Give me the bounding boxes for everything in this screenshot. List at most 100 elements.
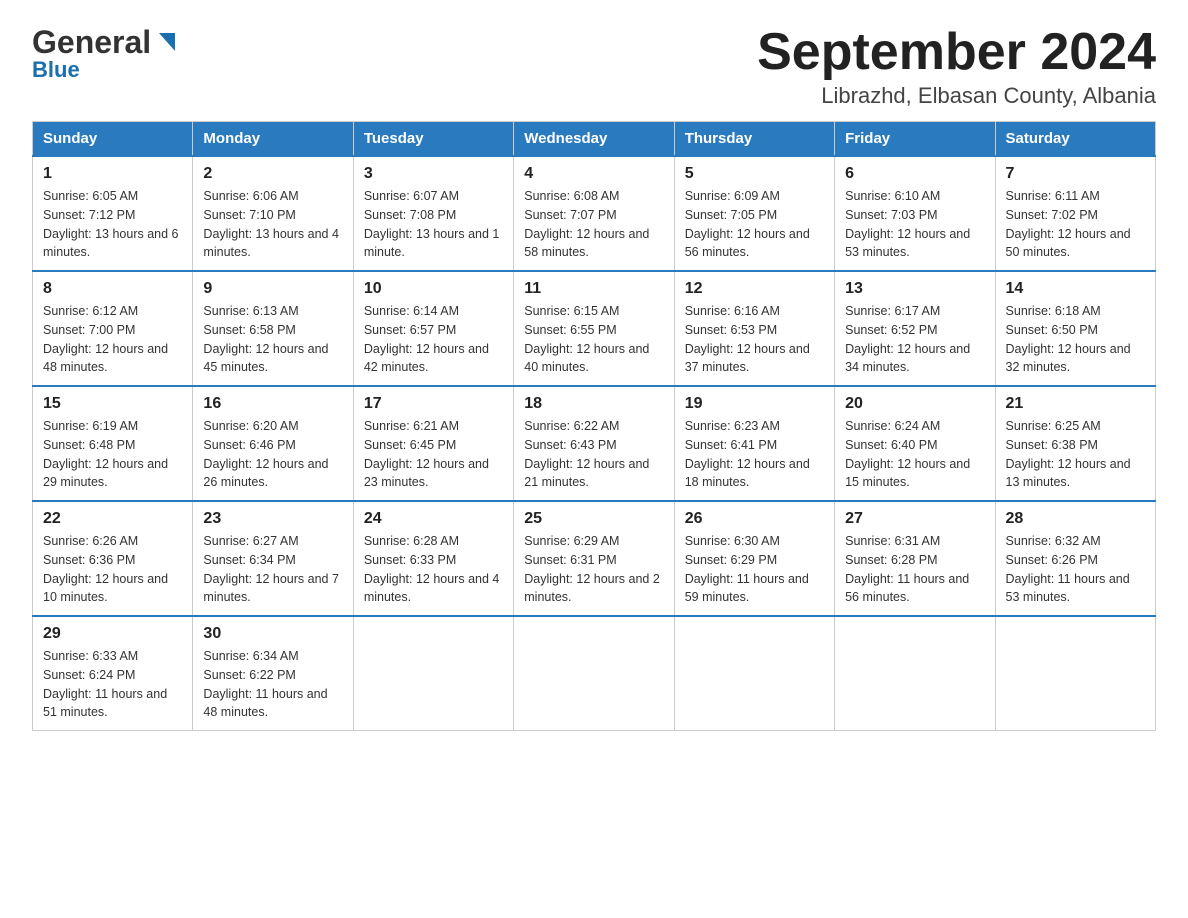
day-info: Sunrise: 6:08 AMSunset: 7:07 PMDaylight:… [524,187,663,262]
day-number: 21 [1006,395,1145,413]
weekday-header-saturday: Saturday [995,122,1155,157]
week-row-1: 1 Sunrise: 6:05 AMSunset: 7:12 PMDaylight… [33,156,1156,271]
day-number: 12 [685,280,824,298]
calendar-cell [835,616,995,731]
day-info: Sunrise: 6:12 AMSunset: 7:00 PMDaylight:… [43,302,182,377]
calendar-cell [674,616,834,731]
day-number: 16 [203,395,342,413]
calendar-cell: 23Sunrise: 6:27 AMSunset: 6:34 PMDayligh… [193,501,353,616]
day-info: Sunrise: 6:20 AMSunset: 6:46 PMDaylight:… [203,417,342,492]
day-info: Sunrise: 6:11 AMSunset: 7:02 PMDaylight:… [1006,187,1145,262]
calendar-cell: 26 Sunrise: 6:30 AMSunset: 6:29 PMDayligh… [674,501,834,616]
day-info: Sunrise: 6:05 AMSunset: 7:12 PMDaylight:… [43,187,182,262]
calendar-cell: 1 Sunrise: 6:05 AMSunset: 7:12 PMDaylight… [33,156,193,271]
calendar-cell: 13 Sunrise: 6:17 AMSunset: 6:52 PMDayligh… [835,271,995,386]
day-number: 24 [364,510,503,528]
day-info: Sunrise: 6:19 AMSunset: 6:48 PMDaylight:… [43,417,182,492]
calendar-cell: 4Sunrise: 6:08 AMSunset: 7:07 PMDaylight… [514,156,674,271]
day-info: Sunrise: 6:16 AMSunset: 6:53 PMDaylight:… [685,302,824,377]
calendar-cell: 11 Sunrise: 6:15 AMSunset: 6:55 PMDayligh… [514,271,674,386]
calendar-cell [353,616,513,731]
calendar-cell: 10 Sunrise: 6:14 AMSunset: 6:57 PMDayligh… [353,271,513,386]
day-number: 8 [43,280,182,298]
calendar-cell: 14 Sunrise: 6:18 AMSunset: 6:50 PMDayligh… [995,271,1155,386]
week-row-3: 15Sunrise: 6:19 AMSunset: 6:48 PMDayligh… [33,386,1156,501]
day-number: 6 [845,165,984,183]
day-info: Sunrise: 6:30 AMSunset: 6:29 PMDaylight:… [685,532,824,607]
calendar-cell: 19 Sunrise: 6:23 AMSunset: 6:41 PMDayligh… [674,386,834,501]
day-number: 9 [203,280,342,298]
month-title: September 2024 [757,24,1156,81]
day-info: Sunrise: 6:32 AMSunset: 6:26 PMDaylight:… [1006,532,1145,607]
logo-area: General Blue [32,24,181,83]
calendar-table: SundayMondayTuesdayWednesdayThursdayFrid… [32,121,1156,731]
title-area: September 2024 Librazhd, Elbasan County,… [757,24,1156,109]
day-info: Sunrise: 6:27 AMSunset: 6:34 PMDaylight:… [203,532,342,607]
calendar-cell: 17Sunrise: 6:21 AMSunset: 6:45 PMDayligh… [353,386,513,501]
calendar-cell: 22 Sunrise: 6:26 AMSunset: 6:36 PMDayligh… [33,501,193,616]
calendar-cell: 18Sunrise: 6:22 AMSunset: 6:43 PMDayligh… [514,386,674,501]
day-number: 2 [203,165,342,183]
calendar-cell: 21 Sunrise: 6:25 AMSunset: 6:38 PMDayligh… [995,386,1155,501]
calendar-cell: 28 Sunrise: 6:32 AMSunset: 6:26 PMDayligh… [995,501,1155,616]
day-info: Sunrise: 6:15 AMSunset: 6:55 PMDaylight:… [524,302,663,377]
day-info: Sunrise: 6:25 AMSunset: 6:38 PMDaylight:… [1006,417,1145,492]
day-number: 11 [524,280,663,298]
calendar-cell: 7 Sunrise: 6:11 AMSunset: 7:02 PMDaylight… [995,156,1155,271]
week-row-2: 8 Sunrise: 6:12 AMSunset: 7:00 PMDaylight… [33,271,1156,386]
location-subtitle: Librazhd, Elbasan County, Albania [757,83,1156,109]
calendar-cell: 29Sunrise: 6:33 AMSunset: 6:24 PMDayligh… [33,616,193,731]
day-number: 13 [845,280,984,298]
day-number: 26 [685,510,824,528]
calendar-cell: 12 Sunrise: 6:16 AMSunset: 6:53 PMDayligh… [674,271,834,386]
calendar-cell: 15Sunrise: 6:19 AMSunset: 6:48 PMDayligh… [33,386,193,501]
day-number: 1 [43,165,182,183]
day-info: Sunrise: 6:23 AMSunset: 6:41 PMDaylight:… [685,417,824,492]
day-info: Sunrise: 6:24 AMSunset: 6:40 PMDaylight:… [845,417,984,492]
day-info: Sunrise: 6:06 AMSunset: 7:10 PMDaylight:… [203,187,342,262]
calendar-cell: 2 Sunrise: 6:06 AMSunset: 7:10 PMDaylight… [193,156,353,271]
day-number: 17 [364,395,503,413]
day-number: 7 [1006,165,1145,183]
weekday-header-friday: Friday [835,122,995,157]
calendar-cell [995,616,1155,731]
day-info: Sunrise: 6:34 AMSunset: 6:22 PMDaylight:… [203,647,342,722]
weekday-header-sunday: Sunday [33,122,193,157]
day-number: 19 [685,395,824,413]
weekday-header-row: SundayMondayTuesdayWednesdayThursdayFrid… [33,122,1156,157]
day-info: Sunrise: 6:17 AMSunset: 6:52 PMDaylight:… [845,302,984,377]
day-number: 20 [845,395,984,413]
calendar-cell [514,616,674,731]
day-info: Sunrise: 6:26 AMSunset: 6:36 PMDaylight:… [43,532,182,607]
day-info: Sunrise: 6:29 AMSunset: 6:31 PMDaylight:… [524,532,663,607]
day-number: 10 [364,280,503,298]
day-number: 25 [524,510,663,528]
calendar-cell: 16 Sunrise: 6:20 AMSunset: 6:46 PMDayligh… [193,386,353,501]
day-info: Sunrise: 6:07 AMSunset: 7:08 PMDaylight:… [364,187,503,262]
day-number: 22 [43,510,182,528]
calendar-cell: 24Sunrise: 6:28 AMSunset: 6:33 PMDayligh… [353,501,513,616]
day-number: 30 [203,625,342,643]
logo-triangle-icon [153,29,181,57]
logo-wrapper: General [32,24,181,61]
calendar-cell: 3 Sunrise: 6:07 AMSunset: 7:08 PMDaylight… [353,156,513,271]
day-info: Sunrise: 6:10 AMSunset: 7:03 PMDaylight:… [845,187,984,262]
day-info: Sunrise: 6:18 AMSunset: 6:50 PMDaylight:… [1006,302,1145,377]
calendar-cell: 6 Sunrise: 6:10 AMSunset: 7:03 PMDaylight… [835,156,995,271]
day-number: 28 [1006,510,1145,528]
day-number: 14 [1006,280,1145,298]
day-info: Sunrise: 6:22 AMSunset: 6:43 PMDaylight:… [524,417,663,492]
weekday-header-wednesday: Wednesday [514,122,674,157]
logo-blue-text: Blue [32,57,80,83]
page-header: General Blue September 2024 Librazhd, El… [32,24,1156,109]
day-info: Sunrise: 6:14 AMSunset: 6:57 PMDaylight:… [364,302,503,377]
day-number: 27 [845,510,984,528]
weekday-header-monday: Monday [193,122,353,157]
calendar-cell: 25 Sunrise: 6:29 AMSunset: 6:31 PMDayligh… [514,501,674,616]
day-info: Sunrise: 6:09 AMSunset: 7:05 PMDaylight:… [685,187,824,262]
day-info: Sunrise: 6:33 AMSunset: 6:24 PMDaylight:… [43,647,182,722]
calendar-cell: 5Sunrise: 6:09 AMSunset: 7:05 PMDaylight… [674,156,834,271]
calendar-cell: 8 Sunrise: 6:12 AMSunset: 7:00 PMDaylight… [33,271,193,386]
day-number: 3 [364,165,503,183]
weekday-header-tuesday: Tuesday [353,122,513,157]
